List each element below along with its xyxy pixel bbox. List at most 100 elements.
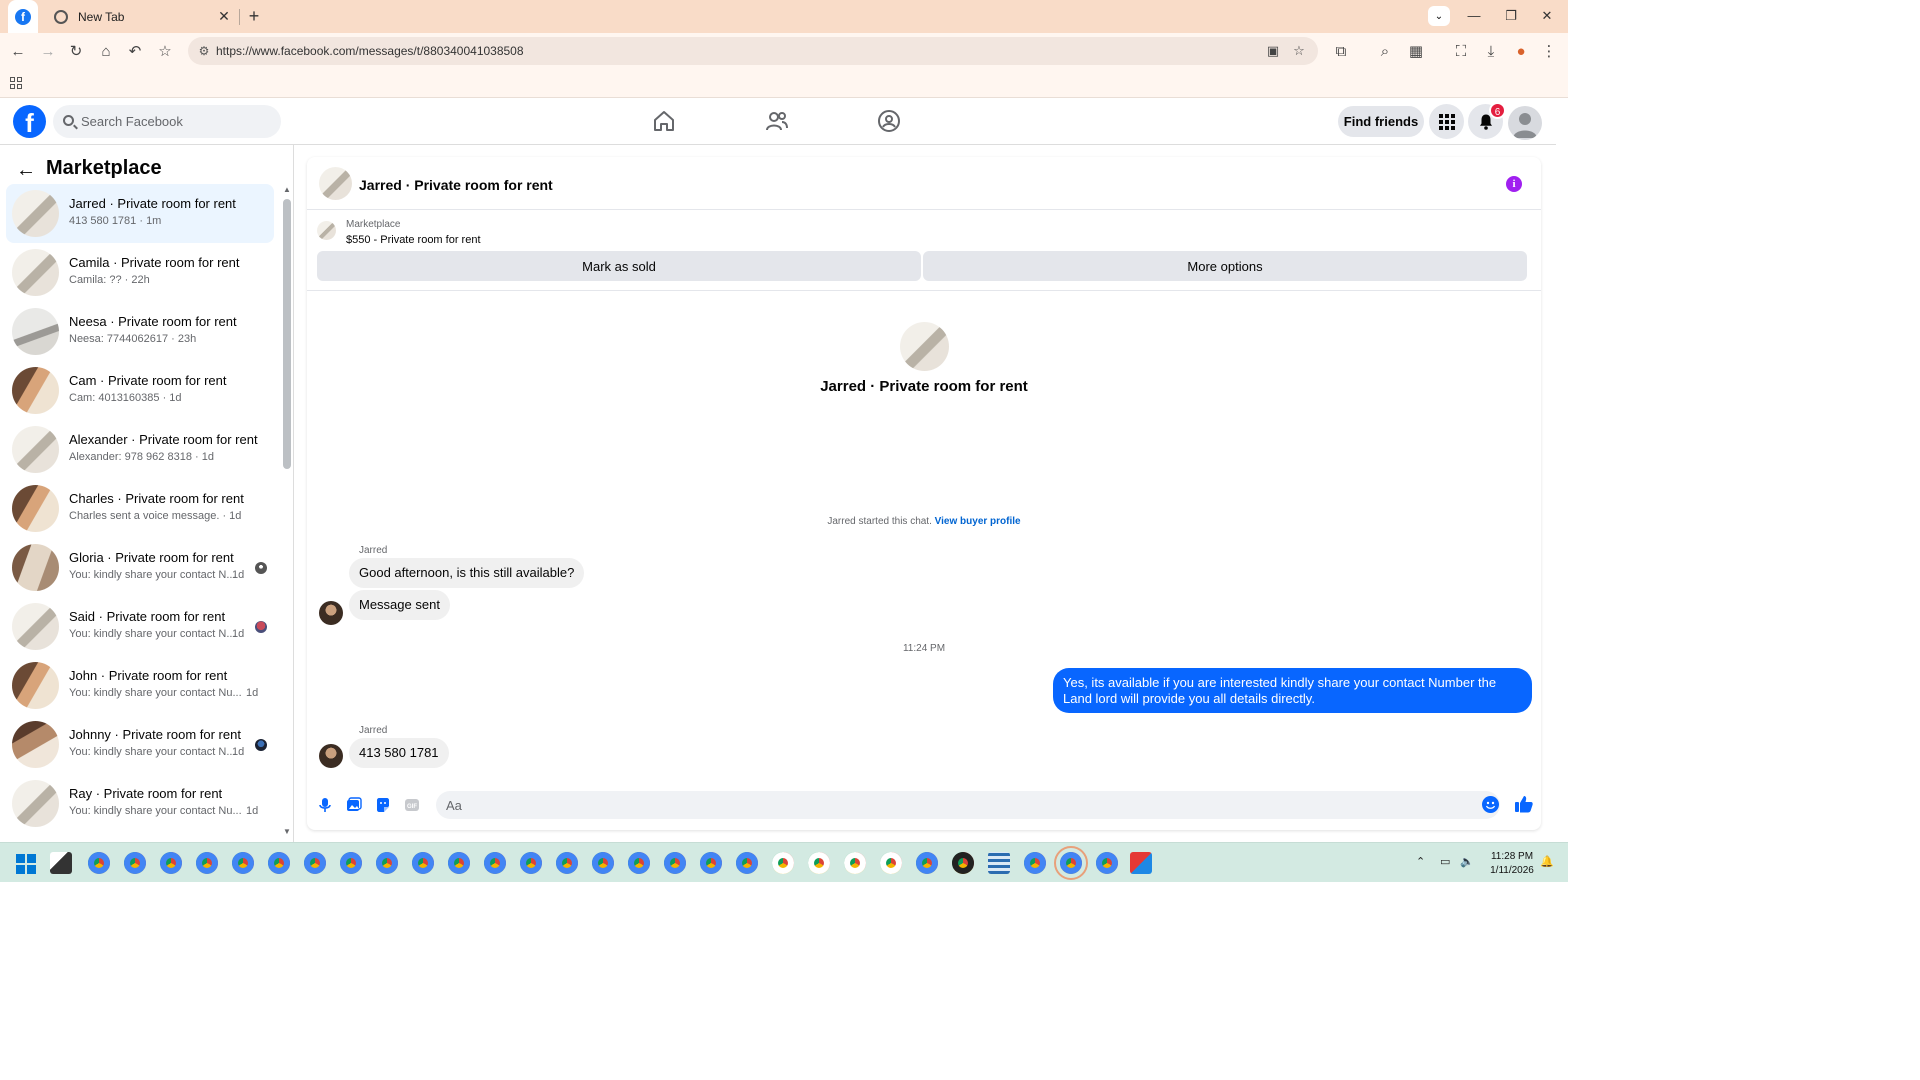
conversation-item[interactable]: Neesa · Private room for rent Neesa: 774… xyxy=(6,302,274,361)
conversation-item[interactable]: Alexander · Private room for rent Alexan… xyxy=(6,420,274,479)
reload-icon[interactable]: ↻ xyxy=(66,42,86,62)
conversation-item[interactable]: Said · Private room for rent You: kindly… xyxy=(6,597,274,656)
friends-nav-icon[interactable] xyxy=(765,109,789,133)
message-input[interactable] xyxy=(436,791,1500,819)
back-arrow-icon[interactable]: ← xyxy=(16,159,36,182)
chat-header-name[interactable]: Jarred · Private room for rent xyxy=(359,177,553,193)
listing-title[interactable]: $550 - Private room for rent xyxy=(346,234,481,246)
chrome-icon[interactable] xyxy=(268,852,290,874)
apps-icon[interactable] xyxy=(10,77,22,89)
chrome-icon[interactable] xyxy=(916,852,938,874)
chrome-icon[interactable] xyxy=(304,852,326,874)
install-app-icon[interactable]: ▣ xyxy=(1264,42,1282,60)
chrome-icon[interactable] xyxy=(1096,852,1118,874)
chrome-icon[interactable] xyxy=(412,852,434,874)
restore-button[interactable]: ❐ xyxy=(1500,5,1522,27)
view-buyer-profile-link[interactable]: View buyer profile xyxy=(935,516,1021,527)
chrome-icon[interactable] xyxy=(844,852,866,874)
incoming-message[interactable]: 413 580 1781 xyxy=(349,738,449,768)
photo-icon[interactable] xyxy=(346,797,362,813)
sticker-icon[interactable] xyxy=(375,797,391,813)
scroll-up-icon[interactable]: ▲ xyxy=(282,185,292,194)
notepad-icon[interactable] xyxy=(988,852,1010,874)
zoom-icon[interactable]: ⌕ xyxy=(1375,42,1395,62)
chrome-icon[interactable] xyxy=(124,852,146,874)
windows-start-icon[interactable] xyxy=(16,854,36,874)
gif-icon[interactable]: GIF xyxy=(404,797,420,813)
profile-icon[interactable]: ● xyxy=(1511,42,1531,62)
emoji-icon[interactable] xyxy=(1482,796,1499,813)
crop-icon[interactable]: ⛶ xyxy=(1451,42,1471,62)
scrollbar-thumb[interactable] xyxy=(283,199,291,469)
thumbs-up-icon[interactable] xyxy=(1514,794,1534,814)
listing-thumbnail[interactable] xyxy=(317,221,336,240)
chrome-icon[interactable] xyxy=(376,852,398,874)
chrome-icon[interactable] xyxy=(520,852,542,874)
system-clock[interactable]: 11:28 PM 1/11/2026 xyxy=(1484,850,1540,878)
sidebar-scrollbar[interactable]: ▲ ▼ xyxy=(282,185,292,837)
minimize-button[interactable]: — xyxy=(1463,5,1485,27)
undo-icon[interactable]: ↶ xyxy=(125,42,145,62)
chrome-icon[interactable] xyxy=(484,852,506,874)
chrome-icon[interactable] xyxy=(556,852,578,874)
bookmark-page-icon[interactable]: ☆ xyxy=(1290,42,1308,60)
chrome-icon[interactable] xyxy=(808,852,830,874)
incoming-message[interactable]: Good afternoon, is this still available? xyxy=(349,558,585,588)
chrome-active-icon[interactable] xyxy=(1054,846,1088,880)
chrome-icon[interactable] xyxy=(448,852,470,874)
conversation-item[interactable]: Ray · Private room for rent You: kindly … xyxy=(6,774,274,833)
close-window-button[interactable]: ✕ xyxy=(1536,5,1558,27)
network-icon[interactable]: ▭ xyxy=(1440,855,1450,868)
home-icon[interactable]: ⌂ xyxy=(96,42,116,62)
volume-icon[interactable]: 🔈 xyxy=(1460,855,1474,868)
chrome-icon[interactable] xyxy=(1024,852,1046,874)
download-icon[interactable]: ⤓ xyxy=(1481,42,1501,62)
tab-search-button[interactable]: ⌄ xyxy=(1428,6,1450,26)
home-nav-icon[interactable] xyxy=(652,109,676,133)
conversation-item[interactable]: Johnny · Private room for rent You: kind… xyxy=(6,715,274,774)
conversation-item[interactable]: Camila · Private room for rent Camila: ?… xyxy=(6,243,274,302)
account-avatar[interactable] xyxy=(1508,106,1542,140)
outgoing-message[interactable]: Yes, its available if you are interested… xyxy=(1053,668,1532,713)
facebook-logo-icon[interactable]: f xyxy=(13,105,46,138)
chrome-icon[interactable] xyxy=(88,852,110,874)
tab-new-tab[interactable]: New Tab ✕ xyxy=(46,0,238,33)
file-explorer-icon[interactable] xyxy=(50,852,72,874)
tray-chevron-icon[interactable]: ⌃ xyxy=(1416,855,1425,868)
chrome-icon[interactable] xyxy=(772,852,794,874)
back-icon[interactable]: ← xyxy=(8,42,28,62)
conversation-item[interactable]: Charles · Private room for rent Charles … xyxy=(6,479,274,538)
info-icon[interactable]: i xyxy=(1506,176,1522,192)
find-friends-button[interactable]: Find friends xyxy=(1338,106,1424,137)
search-input[interactable] xyxy=(53,105,281,138)
chrome-icon[interactable] xyxy=(952,852,974,874)
more-options-button[interactable]: More options xyxy=(923,251,1527,281)
forward-icon[interactable]: → xyxy=(38,42,58,62)
chrome-icon[interactable] xyxy=(340,852,362,874)
chrome-icon[interactable] xyxy=(700,852,722,874)
conversation-item[interactable]: Cam · Private room for rent Cam: 4013160… xyxy=(6,361,274,420)
microphone-icon[interactable] xyxy=(317,797,333,813)
tab-facebook[interactable]: f xyxy=(8,0,38,33)
qr-code-icon[interactable]: ▦ xyxy=(1406,42,1426,62)
conversation-item[interactable]: Gloria · Private room for rent You: kind… xyxy=(6,538,274,597)
url-text[interactable]: https://www.facebook.com/messages/t/8803… xyxy=(216,44,524,58)
notification-bell-icon[interactable]: 🔔 xyxy=(1540,855,1554,868)
chat-header-avatar[interactable] xyxy=(319,167,352,200)
chrome-icon[interactable] xyxy=(196,852,218,874)
extensions-icon[interactable]: ⧉ xyxy=(1331,42,1351,62)
site-settings-icon[interactable]: ⚙ xyxy=(196,43,212,59)
page-scrollbar[interactable] xyxy=(1556,98,1568,842)
chrome-icon[interactable] xyxy=(736,852,758,874)
chrome-icon[interactable] xyxy=(880,852,902,874)
chrome-icon[interactable] xyxy=(592,852,614,874)
menu-button[interactable] xyxy=(1429,104,1464,139)
mark-as-sold-button[interactable]: Mark as sold xyxy=(317,251,921,281)
tab-close-icon[interactable]: ✕ xyxy=(216,8,232,25)
chrome-icon[interactable] xyxy=(160,852,182,874)
incoming-message[interactable]: Message sent xyxy=(349,590,450,620)
sender-avatar[interactable] xyxy=(319,744,343,768)
new-tab-button[interactable]: + xyxy=(244,6,264,26)
snipping-tool-icon[interactable] xyxy=(1130,852,1152,874)
groups-nav-icon[interactable] xyxy=(877,109,901,133)
